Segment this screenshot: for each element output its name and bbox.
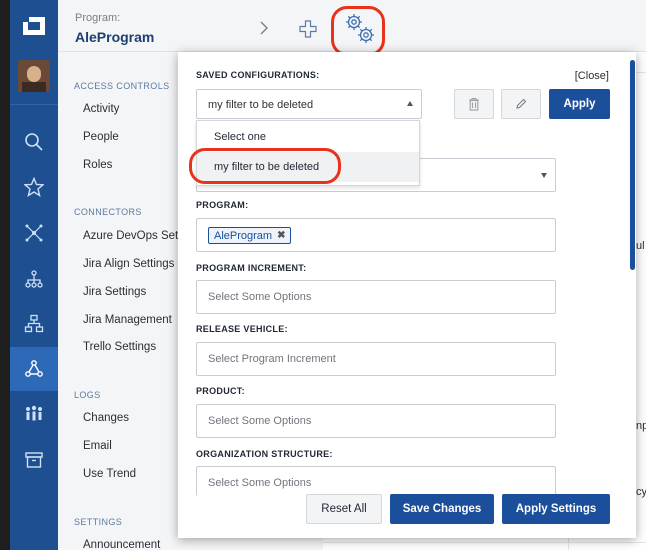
chevron-right-icon[interactable] [258,20,270,36]
reset-all-button[interactable]: Reset All [306,494,382,524]
program-increment-placeholder: Select Some Options [208,291,312,303]
program-tag-label: AleProgram [214,229,273,242]
archive-icon[interactable] [10,438,58,482]
menu-item-trello-settings[interactable]: Trello Settings [83,341,156,353]
add-icon[interactable] [298,19,318,39]
program-increment-select[interactable]: Select Some Options [196,280,556,314]
menu-item-jira-align[interactable]: Jira Align Settings [83,258,174,270]
scrollbar-thumb[interactable] [630,60,635,270]
menu-item-roles[interactable]: Roles [83,159,112,171]
edit-button[interactable] [501,89,541,119]
close-link[interactable]: [Close] [575,70,609,82]
trash-icon [469,97,479,111]
program-label: Program: [75,12,121,24]
org-chart-icon[interactable] [10,302,58,346]
menu-item-announcement[interactable]: Announcement [83,539,160,550]
window-edge [0,0,10,550]
product-placeholder: Select Some Options [208,415,312,427]
user-avatar[interactable] [18,60,50,92]
search-icon[interactable] [10,120,58,164]
pencil-icon [516,98,527,109]
background-text-fragment: ul [636,240,645,252]
tag-remove-icon[interactable]: ✖ [277,230,285,241]
app-logo-icon[interactable] [10,0,58,52]
header-bar: Program: AleProgram [58,0,646,56]
release-vehicle-label: RELEASE VEHICLE: [196,324,288,334]
caret-up-icon [407,101,413,106]
apply-config-button[interactable]: Apply [549,89,610,119]
organization-structure-select[interactable]: Select Some Options [196,466,556,496]
menu-item-jira-settings[interactable]: Jira Settings [83,286,146,298]
saved-configurations-value: my filter to be deleted [208,99,314,111]
organization-structure-placeholder: Select Some Options [208,477,312,489]
gear-highlight-annotation [331,6,385,56]
hierarchy-icon[interactable] [10,257,58,301]
product-select[interactable]: Select Some Options [196,404,556,438]
icon-sidebar [10,0,58,550]
flow-icon[interactable] [10,347,58,391]
apply-settings-button[interactable]: Apply Settings [502,494,610,524]
rail-divider [10,104,58,105]
section-access-controls: ACCESS CONTROLS [74,81,170,91]
team-icon[interactable] [10,392,58,436]
release-vehicle-placeholder: Select Program Increment [208,353,336,365]
delete-button[interactable] [454,89,494,119]
saved-configurations-select[interactable]: my filter to be deleted [196,89,422,119]
menu-item-azure-devops[interactable]: Azure DevOps Set [83,230,178,242]
program-name[interactable]: AleProgram [75,29,154,45]
configuration-modal: [Close] SAVED CONFIGURATIONS: my filter … [178,52,636,538]
saved-configurations-label: SAVED CONFIGURATIONS: [196,70,320,80]
network-icon[interactable] [10,211,58,255]
menu-item-jira-management[interactable]: Jira Management [83,314,172,326]
section-settings: SETTINGS [74,517,123,527]
row-divider [323,542,646,543]
release-vehicle-select[interactable]: Select Program Increment [196,342,556,376]
save-changes-button[interactable]: Save Changes [390,494,494,524]
section-logs: LOGS [74,390,101,400]
product-label: PRODUCT: [196,386,245,396]
background-text-fragment: cy [636,486,646,498]
background-text-fragment: np [636,420,646,432]
section-connectors: CONNECTORS [74,207,142,217]
program-increment-label: PROGRAM INCREMENT: [196,263,307,273]
program-field-label: PROGRAM: [196,200,249,210]
menu-item-use-trend[interactable]: Use Trend [83,468,136,480]
program-tag: AleProgram ✖ [208,227,292,244]
menu-item-email[interactable]: Email [83,440,112,452]
star-icon[interactable] [10,165,58,209]
organization-structure-label: ORGANIZATION STRUCTURE: [196,449,333,459]
menu-item-activity[interactable]: Activity [83,103,119,115]
menu-item-changes[interactable]: Changes [83,412,129,424]
caret-down-icon [541,173,547,178]
program-multiselect[interactable]: AleProgram ✖ [196,218,556,252]
option-highlight-annotation [189,148,341,184]
menu-item-people[interactable]: People [83,131,119,143]
